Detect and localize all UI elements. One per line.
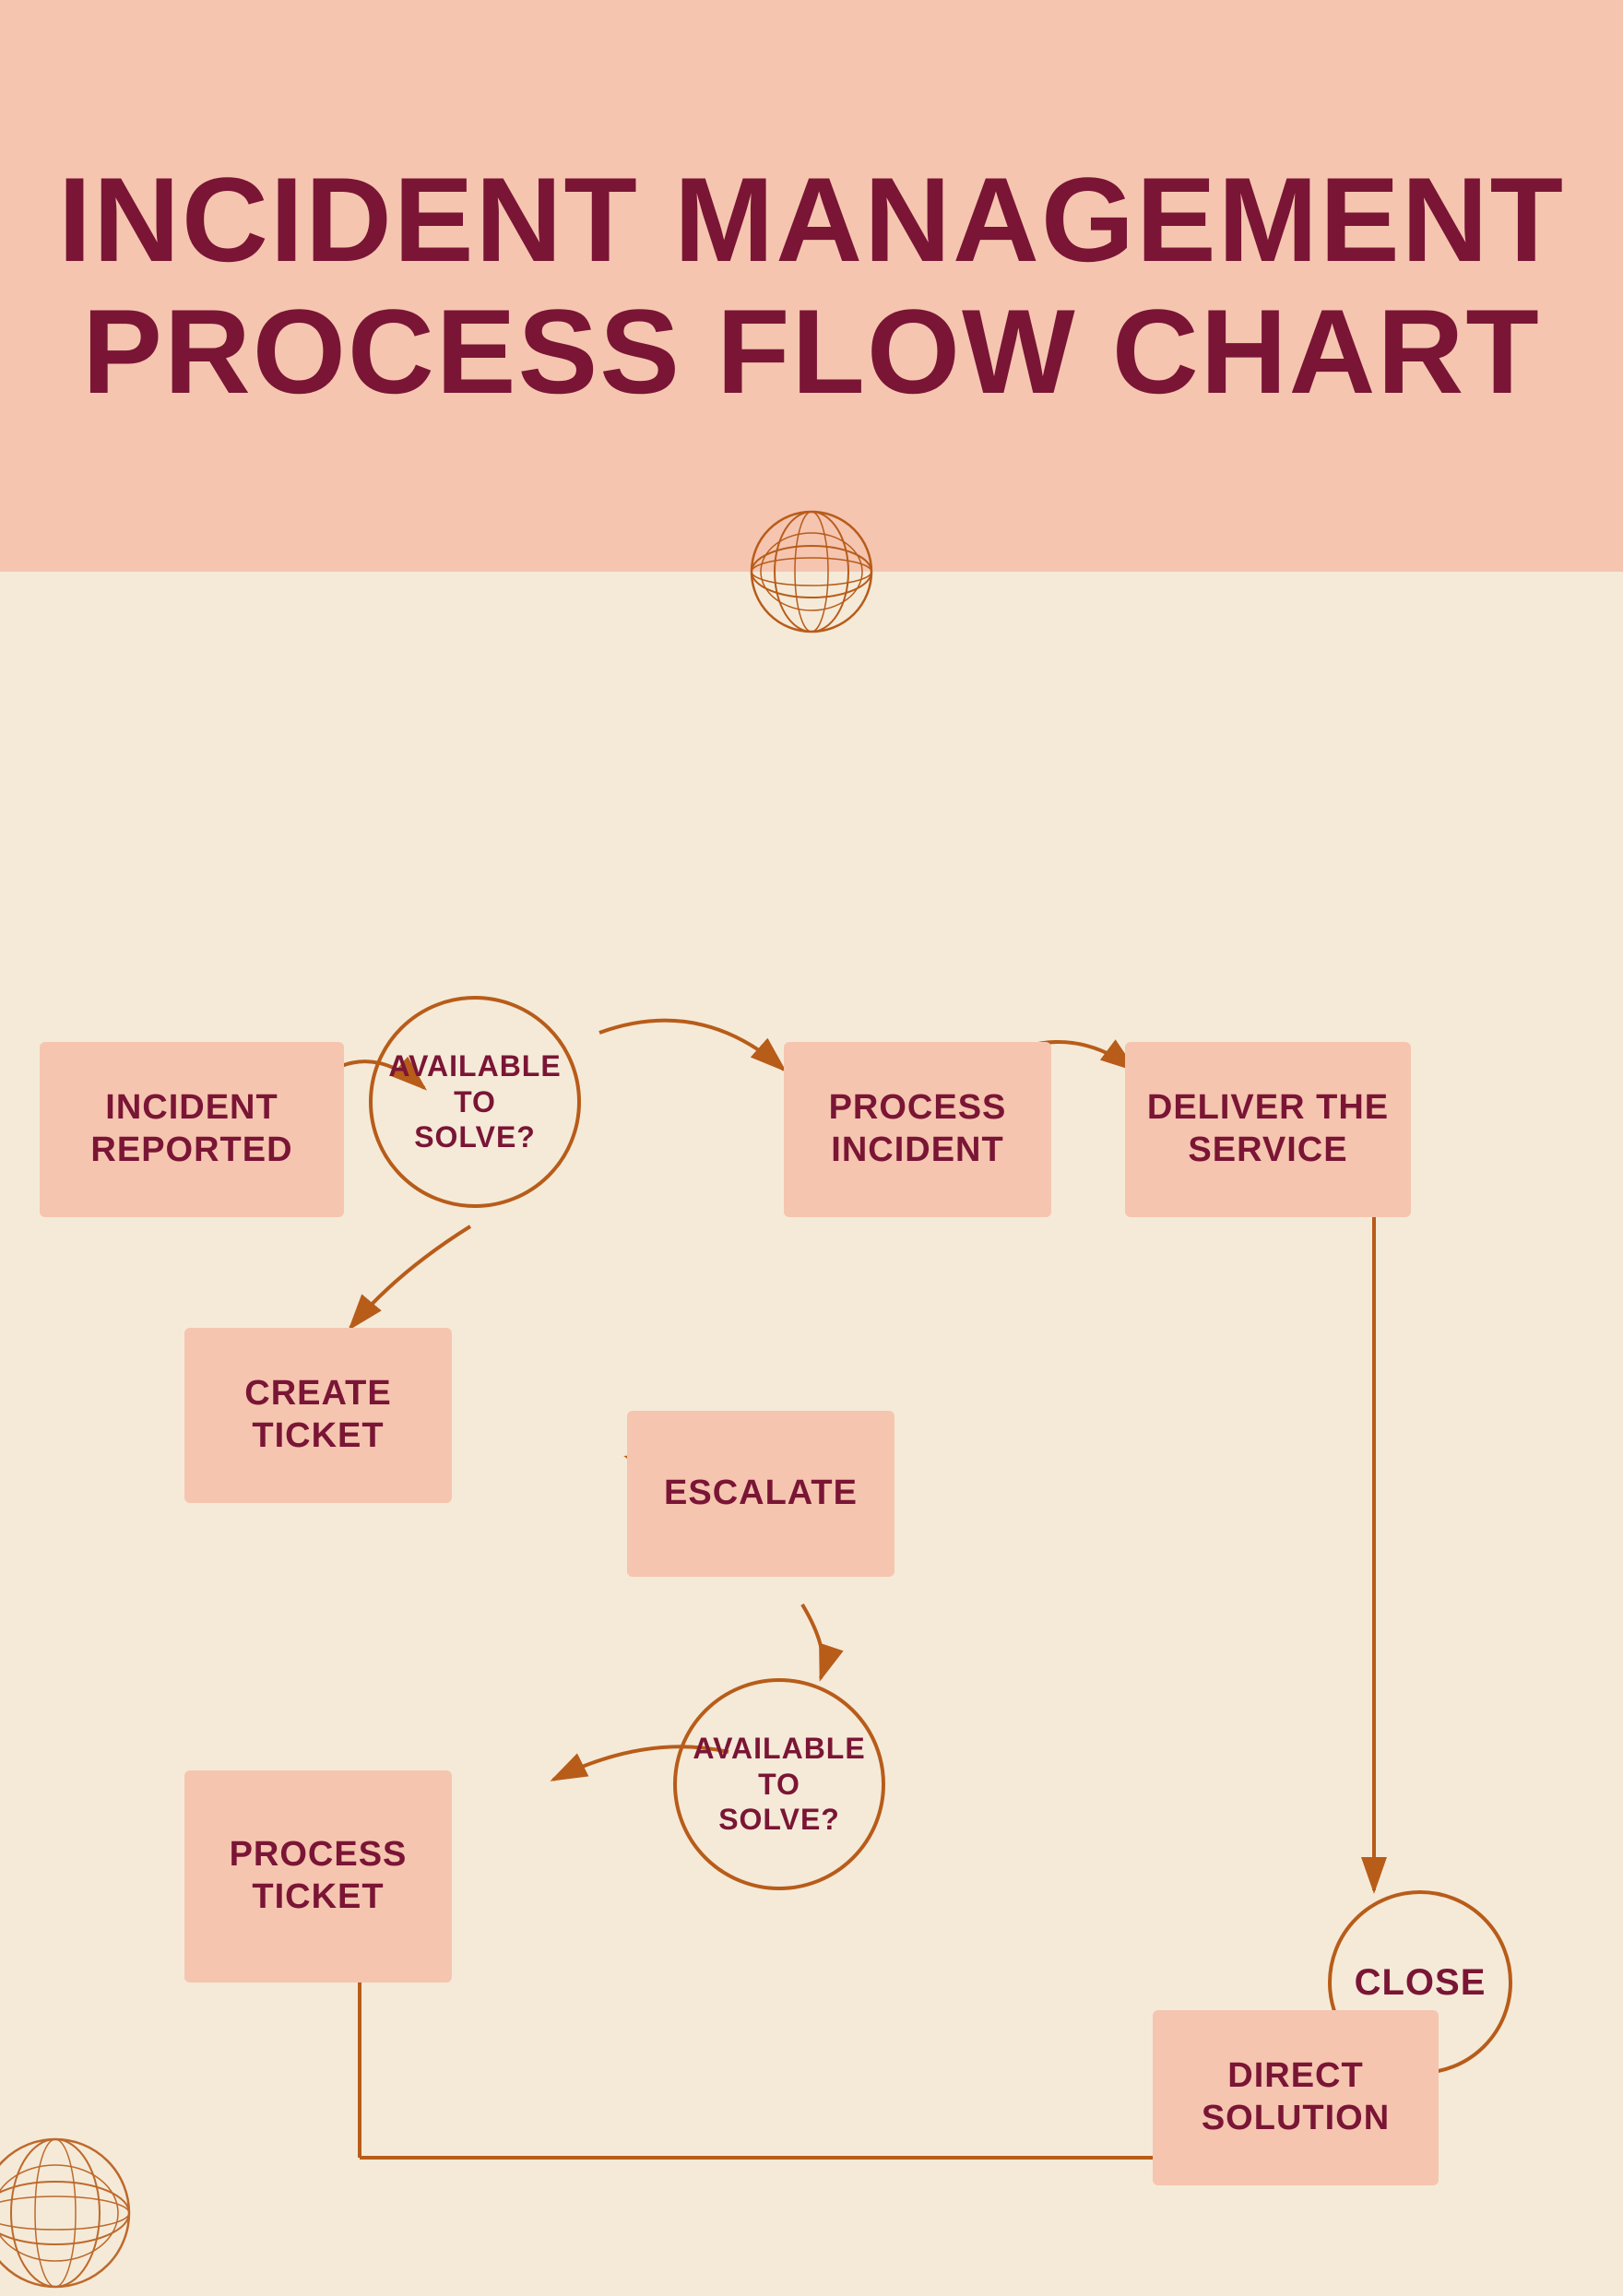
create-ticket-node: CREATE TICKET xyxy=(184,1328,452,1503)
process-incident-node: PROCESS INCIDENT xyxy=(784,1042,1051,1217)
main-title: INCIDENT MANAGEMENT PROCESS FLOW CHART xyxy=(55,154,1568,418)
globe-icon-top xyxy=(742,503,881,641)
available-to-solve-1-node: AVAILABLE TO SOLVE? xyxy=(369,996,581,1208)
process-ticket-node: PROCESS TICKET xyxy=(184,1770,452,1982)
body-section: INCIDENT REPORTED AVAILABLE TO SOLVE? PR… xyxy=(0,572,1623,2296)
header-section: INCIDENT MANAGEMENT PROCESS FLOW CHART xyxy=(0,0,1623,572)
available-to-solve-2-node: AVAILABLE TO SOLVE? xyxy=(673,1678,885,1890)
incident-reported-node: INCIDENT REPORTED xyxy=(40,1042,344,1217)
direct-solution-node: DIRECT SOLUTION xyxy=(1153,2010,1439,2185)
globe-icon-bottom xyxy=(0,2130,175,2296)
escalate-node: ESCALATE xyxy=(627,1411,894,1577)
deliver-service-node: DELIVER THE SERVICE xyxy=(1125,1042,1411,1217)
